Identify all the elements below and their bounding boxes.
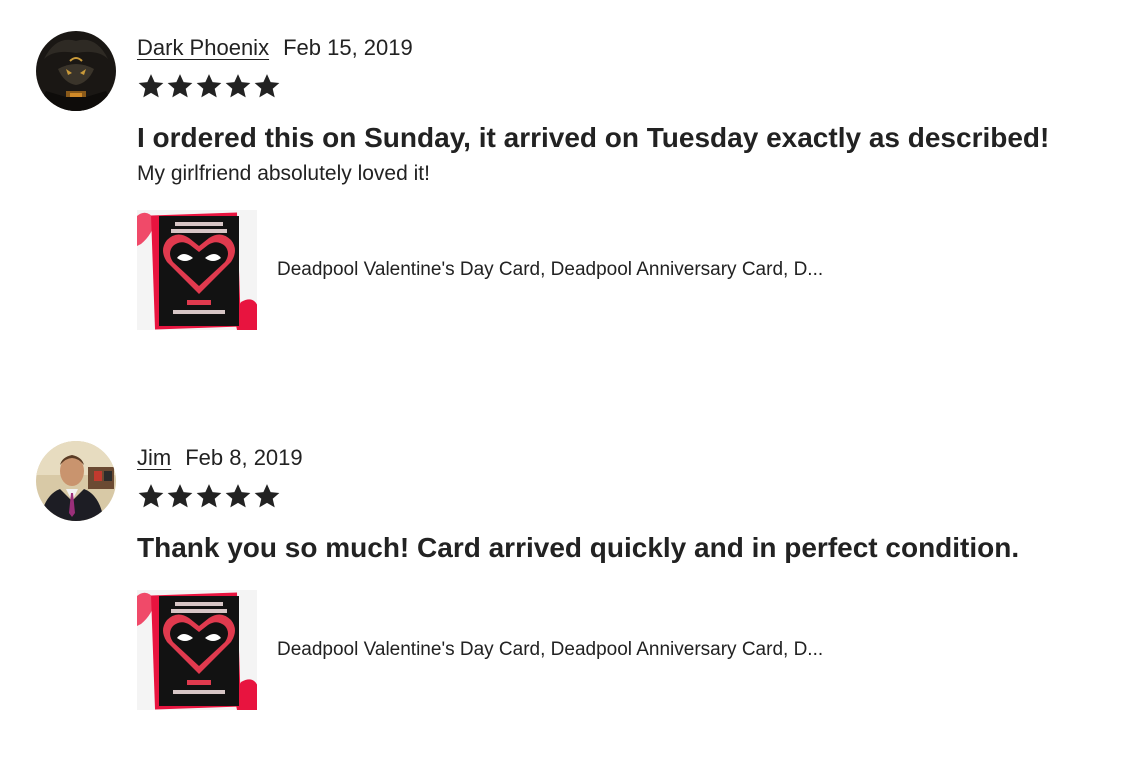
deadpool-card-image bbox=[137, 590, 257, 710]
star-rating bbox=[137, 481, 1127, 513]
star-icon bbox=[254, 74, 280, 98]
item-title-link[interactable]: Deadpool Valentine's Day Card, Deadpool … bbox=[277, 259, 823, 281]
star-icon bbox=[167, 74, 193, 98]
star-icon bbox=[254, 484, 280, 508]
item-thumbnail[interactable] bbox=[137, 210, 257, 330]
review-date: Feb 15, 2019 bbox=[283, 35, 413, 60]
item-thumbnail[interactable] bbox=[137, 590, 257, 710]
deadpool-card-image bbox=[137, 210, 257, 330]
review-headline: Thank you so much! Card arrived quickly … bbox=[137, 532, 1020, 563]
avatar-dark-phoenix-image bbox=[36, 31, 116, 111]
avatar-jim-image bbox=[36, 441, 116, 521]
star-icon bbox=[196, 484, 222, 508]
review-date: Feb 8, 2019 bbox=[185, 445, 303, 470]
purchased-item[interactable]: Deadpool Valentine's Day Card, Deadpool … bbox=[137, 590, 1127, 710]
reviewer-name-link[interactable]: Jim bbox=[137, 445, 171, 471]
reviewer-name-link[interactable]: Dark Phoenix bbox=[137, 35, 269, 61]
purchased-item[interactable]: Deadpool Valentine's Day Card, Deadpool … bbox=[137, 210, 1127, 330]
star-icon bbox=[138, 74, 164, 98]
avatar[interactable] bbox=[36, 441, 116, 521]
star-icon bbox=[225, 74, 251, 98]
avatar[interactable] bbox=[36, 31, 116, 111]
star-icon bbox=[225, 484, 251, 508]
star-icon bbox=[196, 74, 222, 98]
review-body: My girlfriend absolutely loved it! bbox=[137, 162, 430, 185]
star-icon bbox=[167, 484, 193, 508]
star-icon bbox=[138, 484, 164, 508]
star-rating bbox=[137, 71, 1127, 103]
review-headline: I ordered this on Sunday, it arrived on … bbox=[137, 122, 1050, 153]
item-title-link[interactable]: Deadpool Valentine's Day Card, Deadpool … bbox=[277, 639, 823, 661]
